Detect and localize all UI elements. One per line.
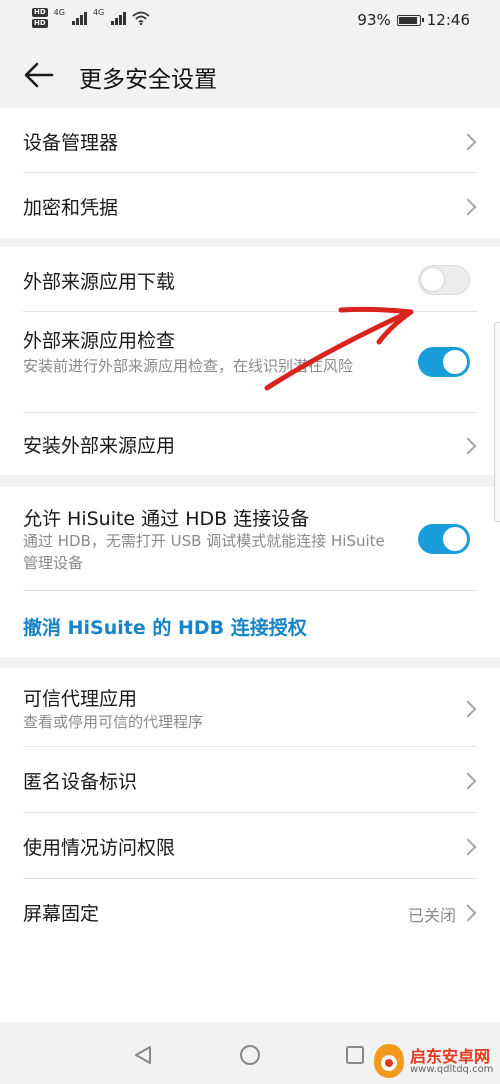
row-trust-agents[interactable]: 可信代理应用 查看或停用可信的代理程序: [0, 668, 500, 746]
chevron-right-icon: [459, 904, 477, 922]
watermark-logo-icon: [374, 1044, 404, 1078]
hd-badges: HD HD: [32, 8, 48, 28]
app-header: 更多安全设置: [0, 42, 500, 108]
row-external-source-download[interactable]: 外部来源应用下载: [0, 247, 500, 311]
row-external-source-check[interactable]: 外部来源应用检查 安装前进行外部来源应用检查，在线识别潜在风险: [0, 312, 500, 412]
page-title: 更多安全设置: [79, 67, 217, 93]
row-install-external-apps[interactable]: 安装外部来源应用: [0, 413, 500, 475]
toggle-knob: [443, 527, 467, 551]
recents-nav-icon[interactable]: [345, 1045, 365, 1065]
row-label: 使用情况访问权限: [23, 837, 176, 859]
row-label: 安装外部来源应用: [23, 435, 176, 457]
revoke-hdb-link[interactable]: 撤消 HiSuite 的 HDB 连接授权: [23, 613, 307, 640]
back-arrow-icon[interactable]: [22, 58, 56, 92]
row-label: 外部来源应用检查: [23, 330, 176, 352]
chevron-right-icon: [459, 838, 477, 856]
row-usage-access[interactable]: 使用情况访问权限: [0, 813, 500, 878]
hd-badge-1: HD: [32, 8, 48, 17]
status-left: HD HD 4G 4G: [32, 8, 150, 28]
settings-group-3: 允许 HiSuite 通过 HDB 连接设备 通过 HDB，无需打开 USB 调…: [0, 487, 500, 657]
row-encryption-credentials[interactable]: 加密和凭据: [0, 173, 500, 238]
row-label: 屏幕固定: [23, 903, 100, 925]
wifi-icon: [132, 11, 150, 25]
external-check-toggle[interactable]: [418, 347, 470, 377]
row-screen-pinning[interactable]: 屏幕固定 已关闭: [0, 879, 500, 944]
settings-group-4: 可信代理应用 查看或停用可信的代理程序 匿名设备标识 使用情况访问权限 屏幕固定…: [0, 668, 500, 1022]
battery-icon: [396, 14, 424, 26]
network-type-2: 4G: [92, 8, 105, 17]
battery-percent: 93%: [357, 11, 391, 29]
scrollbar[interactable]: [494, 322, 500, 522]
row-anonymous-device-id[interactable]: 匿名设备标识: [0, 747, 500, 812]
chevron-right-icon: [459, 437, 477, 455]
hd-badge-2: HD: [32, 19, 48, 28]
status-bar: HD HD 4G 4G 93% 12:46: [0, 0, 500, 42]
back-nav-icon[interactable]: [132, 1044, 154, 1066]
row-label: 匿名设备标识: [23, 771, 138, 793]
home-nav-icon[interactable]: [239, 1044, 261, 1066]
watermark: 启东安卓网 www.qdltdq.com: [370, 1038, 500, 1084]
signal-icon-2: [111, 11, 127, 25]
row-hisuite-hdb[interactable]: 允许 HiSuite 通过 HDB 连接设备 通过 HDB，无需打开 USB 调…: [0, 487, 500, 590]
external-download-toggle[interactable]: [418, 265, 470, 295]
row-revoke-hdb[interactable]: 撤消 HiSuite 的 HDB 连接授权: [0, 591, 500, 657]
chevron-right-icon: [459, 133, 477, 151]
row-description: 查看或停用可信的代理程序: [23, 713, 204, 731]
watermark-url: www.qdltdq.com: [410, 1064, 494, 1075]
network-type-1: 4G: [53, 8, 65, 17]
row-label: 设备管理器: [23, 132, 119, 154]
chevron-right-icon: [459, 700, 477, 718]
row-label: 可信代理应用: [23, 688, 138, 710]
screen-pinning-value: 已关闭: [407, 906, 456, 925]
row-description: 通过 HDB，无需打开 USB 调试模式就能连接 HiSuite 管理设备: [23, 532, 385, 572]
row-label: 外部来源应用下载: [23, 271, 176, 293]
row-device-manager[interactable]: 设备管理器: [0, 108, 500, 173]
status-right: 93% 12:46: [357, 11, 470, 29]
chevron-right-icon: [459, 198, 477, 216]
toggle-knob: [443, 350, 467, 374]
annotation-arrow: [264, 306, 414, 391]
clock: 12:46: [426, 11, 470, 29]
row-label: 允许 HiSuite 通过 HDB 连接设备: [23, 508, 310, 530]
settings-group-1: 设备管理器 加密和凭据: [0, 108, 500, 238]
battery-fill: [398, 16, 417, 24]
hisuite-hdb-toggle[interactable]: [418, 524, 470, 554]
row-label: 加密和凭据: [23, 197, 119, 219]
chevron-right-icon: [459, 772, 477, 790]
signal-icon: [71, 11, 87, 25]
settings-group-2: 外部来源应用下载 外部来源应用检查 安装前进行外部来源应用检查，在线识别潜在风险…: [0, 247, 500, 475]
toggle-knob: [421, 268, 444, 291]
